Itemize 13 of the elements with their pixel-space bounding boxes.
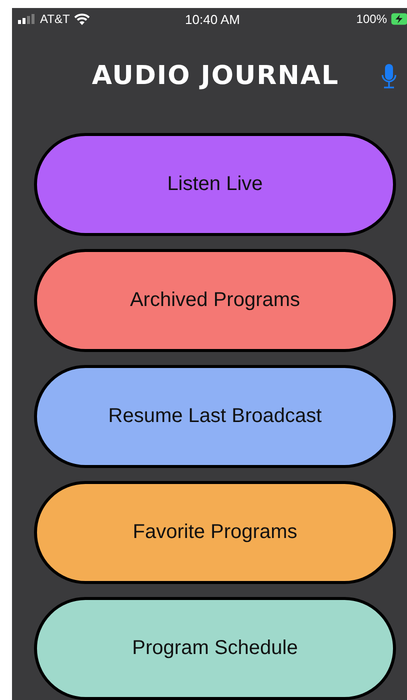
menu-button[interactable]: Program Schedule: [34, 597, 396, 700]
battery-percent: 100%: [356, 12, 387, 26]
menu-button[interactable]: Favorite Programs: [34, 481, 396, 584]
menu-button[interactable]: Archived Programs: [34, 249, 396, 352]
app-title: AUDIO JOURNAL: [92, 61, 340, 91]
microphone-icon[interactable]: [381, 64, 397, 90]
carrier-name: AT&T: [40, 12, 70, 26]
wifi-icon: [74, 13, 90, 25]
battery-icon: [391, 13, 407, 25]
clock-time: 10:40 AM: [185, 12, 240, 26]
menu-button[interactable]: Listen Live: [34, 133, 396, 236]
menu-button[interactable]: Resume Last Broadcast: [34, 365, 396, 468]
signal-icon: [18, 14, 36, 24]
